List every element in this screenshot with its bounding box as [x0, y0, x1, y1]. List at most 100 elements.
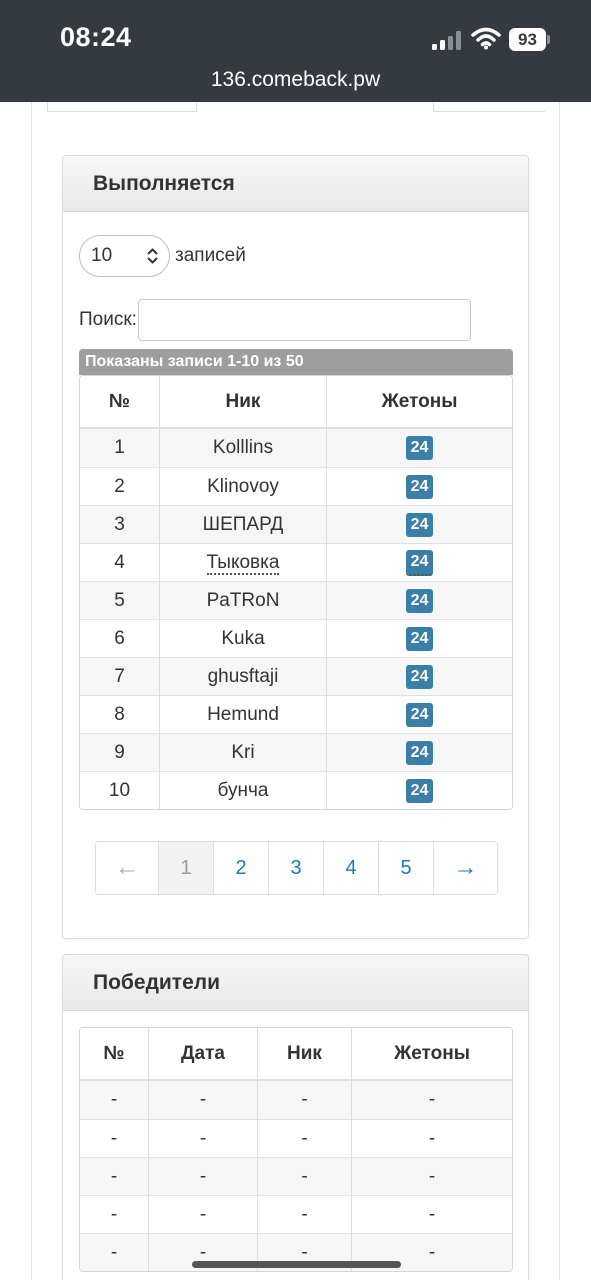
- row-number: 8: [80, 695, 160, 733]
- cell: -: [80, 1157, 149, 1195]
- tokens-badge: 24: [405, 626, 434, 651]
- records-info: Показаны записи 1-10 из 50: [79, 349, 513, 375]
- cell: -: [352, 1195, 512, 1233]
- table-row: 4 Тыковка 24: [80, 543, 512, 581]
- pagination-page-1[interactable]: 1: [159, 842, 214, 894]
- tokens-badge: 24: [405, 436, 434, 460]
- row-nick: ghusftaji: [160, 657, 327, 695]
- pagination-page-3[interactable]: 3: [269, 842, 324, 894]
- row-nick[interactable]: Тыковка: [206, 551, 280, 575]
- table-header-row: № Дата Ник Жетоны: [80, 1028, 512, 1081]
- column-header-date: Дата: [149, 1028, 258, 1081]
- row-number: 9: [80, 733, 160, 771]
- pagination-next-button[interactable]: →: [434, 842, 497, 894]
- row-number: 4: [80, 543, 160, 581]
- row-nick: Kuka: [160, 619, 327, 657]
- row-nick: Kri: [160, 733, 327, 771]
- url-address[interactable]: 136.comeback.pw: [0, 68, 591, 92]
- cell: -: [80, 1081, 149, 1119]
- table-row: 6 Kuka 24: [80, 619, 512, 657]
- table-row: ----: [80, 1157, 512, 1195]
- tokens-badge: 24: [405, 474, 434, 499]
- row-nick: Kolllins: [160, 429, 327, 467]
- pagination-page-4[interactable]: 4: [324, 842, 379, 894]
- row-number: 10: [80, 771, 160, 809]
- table-row: ----: [80, 1195, 512, 1233]
- wifi-icon: [471, 27, 501, 50]
- row-nick: Klinovoy: [160, 467, 327, 505]
- cell: -: [80, 1233, 149, 1271]
- pagination: ← 1 2 3 4 5 →: [95, 841, 498, 895]
- search-row: Поиск:: [79, 299, 471, 341]
- table-row: ----: [80, 1081, 512, 1119]
- tokens-badge: 24: [405, 778, 434, 803]
- row-nick: PaTRoN: [160, 581, 327, 619]
- row-nick: бунча: [160, 771, 327, 809]
- row-number: 1: [80, 429, 160, 467]
- cell: -: [352, 1081, 512, 1119]
- table-row: 1 Kolllins 24: [80, 429, 512, 467]
- table-row: 8 Hemund 24: [80, 695, 512, 733]
- row-number: 7: [80, 657, 160, 695]
- battery-tip: [547, 35, 550, 44]
- cell: -: [352, 1157, 512, 1195]
- table-header-row: № Ник Жетоны: [80, 376, 512, 429]
- table-row: 9 Kri 24: [80, 733, 512, 771]
- home-indicator[interactable]: [192, 1261, 401, 1268]
- row-number: 6: [80, 619, 160, 657]
- page-length-control: 10 записей: [79, 235, 246, 277]
- column-header-tokens: Жетоны: [352, 1028, 512, 1081]
- table-row: ----: [80, 1119, 512, 1157]
- winners-table: № Дата Ник Жетоны ---- ---- ---- ---- --…: [79, 1027, 513, 1272]
- cellular-signal-icon: [432, 30, 464, 50]
- cell: -: [258, 1195, 352, 1233]
- pagination-page-5[interactable]: 5: [379, 842, 434, 894]
- running-panel-title: Выполняется: [63, 156, 528, 212]
- row-number: 5: [80, 581, 160, 619]
- status-time: 08:24: [60, 22, 132, 52]
- cell: -: [149, 1081, 258, 1119]
- battery-icon: 93: [509, 28, 546, 51]
- cell: -: [258, 1081, 352, 1119]
- search-input[interactable]: [137, 299, 471, 341]
- cell: -: [149, 1195, 258, 1233]
- row-number: 2: [80, 467, 160, 505]
- tokens-badge: 24: [405, 588, 434, 613]
- page-length-value: 10: [91, 245, 113, 266]
- tokens-badge: 24: [405, 664, 434, 689]
- row-number: 3: [80, 505, 160, 543]
- cell: -: [258, 1157, 352, 1195]
- row-nick: Hemund: [160, 695, 327, 733]
- cell: -: [80, 1195, 149, 1233]
- search-label: Поиск:: [79, 309, 137, 330]
- tab-stub-right: [433, 102, 545, 112]
- tokens-badge: 24: [405, 512, 434, 537]
- page-length-select[interactable]: 10: [79, 235, 170, 277]
- cell: -: [352, 1119, 512, 1157]
- select-caret-icon: [147, 248, 158, 264]
- tokens-badge[interactable]: 24: [405, 549, 434, 576]
- column-header-nick[interactable]: Ник: [160, 376, 327, 429]
- winners-panel: Победители № Дата Ник Жетоны ---- ---- -…: [62, 954, 529, 1280]
- table-row: 10 бунча 24: [80, 771, 512, 809]
- cell: -: [149, 1157, 258, 1195]
- tab-stub-left: [47, 102, 197, 112]
- column-header-number[interactable]: №: [80, 376, 160, 429]
- running-panel: Выполняется 10 записей Поиск: Показаны з…: [62, 155, 529, 939]
- cell: -: [80, 1119, 149, 1157]
- column-header-number: №: [80, 1028, 149, 1081]
- browser-top-bar: 08:24 93 136.comeback.pw: [0, 0, 591, 102]
- tokens-badge: 24: [405, 702, 434, 727]
- pagination-page-2[interactable]: 2: [214, 842, 269, 894]
- table-row: 7 ghusftaji 24: [80, 657, 512, 695]
- tokens-badge: 24: [405, 740, 434, 765]
- pagination-prev-button[interactable]: ←: [96, 842, 159, 894]
- running-table: № Ник Жетоны 1 Kolllins 24 2 Klinovoy 24 3 ШЕ…: [79, 375, 513, 810]
- cell: -: [258, 1119, 352, 1157]
- column-header-tokens[interactable]: Жетоны: [327, 376, 512, 429]
- table-row: 3 ШЕПАРД 24: [80, 505, 512, 543]
- winners-panel-title: Победители: [63, 955, 528, 1011]
- table-row: 5 PaTRoN 24: [80, 581, 512, 619]
- cell: -: [149, 1119, 258, 1157]
- table-row: 2 Klinovoy 24: [80, 467, 512, 505]
